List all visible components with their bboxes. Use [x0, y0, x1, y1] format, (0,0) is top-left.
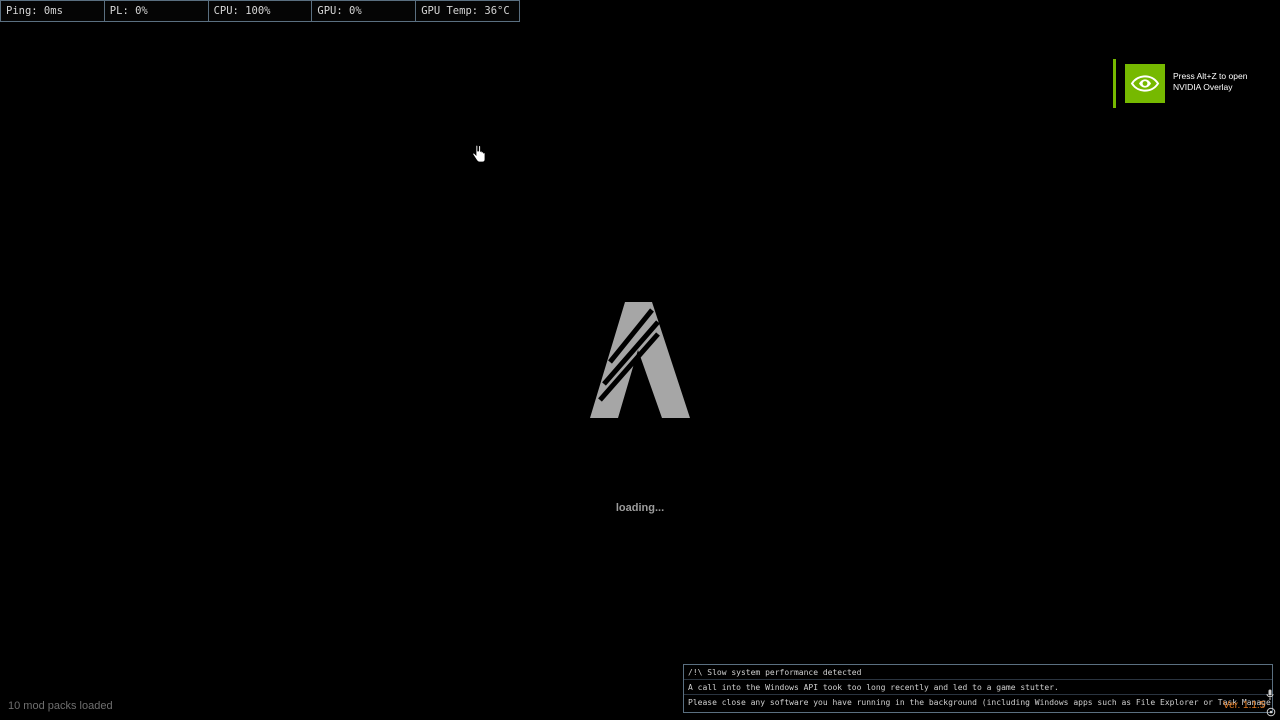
cpu-stat: CPU: 100% [209, 1, 313, 21]
hand-cursor-icon [472, 144, 486, 163]
nvidia-hint-line-2: NVIDIA Overlay [1173, 82, 1233, 92]
nvidia-hint-line-1: Press Alt+Z to open [1173, 71, 1248, 81]
game-loading-screen: Ping: 0ms PL: 0% CPU: 100% GPU: 0% GPU T… [0, 0, 1280, 720]
nvidia-overlay-hint: Press Alt+Z to open NVIDIA Overlay [1173, 71, 1273, 93]
mod-packs-status: 10 mod packs loaded [8, 700, 113, 712]
ping-stat: Ping: 0ms [1, 1, 105, 21]
nvidia-overlay-toast[interactable]: Press Alt+Z to open NVIDIA Overlay [1113, 59, 1273, 108]
warning-title: /!\ Slow system performance detected [684, 665, 1272, 680]
microphone-icon [1266, 688, 1274, 700]
performance-warning-console: /!\ Slow system performance detected A c… [683, 664, 1273, 713]
packet-loss-stat: PL: 0% [105, 1, 209, 21]
version-label: Ver. 1.1.5 [1223, 700, 1266, 711]
warning-line-2: Please close any software you have runni… [688, 698, 1272, 707]
gpu-temp-stat: GPU Temp: 36°C [421, 5, 510, 17]
performance-stats-bar: Ping: 0ms PL: 0% CPU: 100% GPU: 0% GPU T… [0, 0, 520, 22]
fivem-logo-icon [588, 300, 692, 420]
nvidia-eye-icon [1125, 64, 1165, 103]
gpu-stat: GPU: 0% [312, 1, 417, 21]
loading-text: loading... [615, 502, 665, 514]
camera-icon [1266, 704, 1276, 717]
warning-line-1: A call into the Windows API took too lon… [684, 680, 1272, 695]
